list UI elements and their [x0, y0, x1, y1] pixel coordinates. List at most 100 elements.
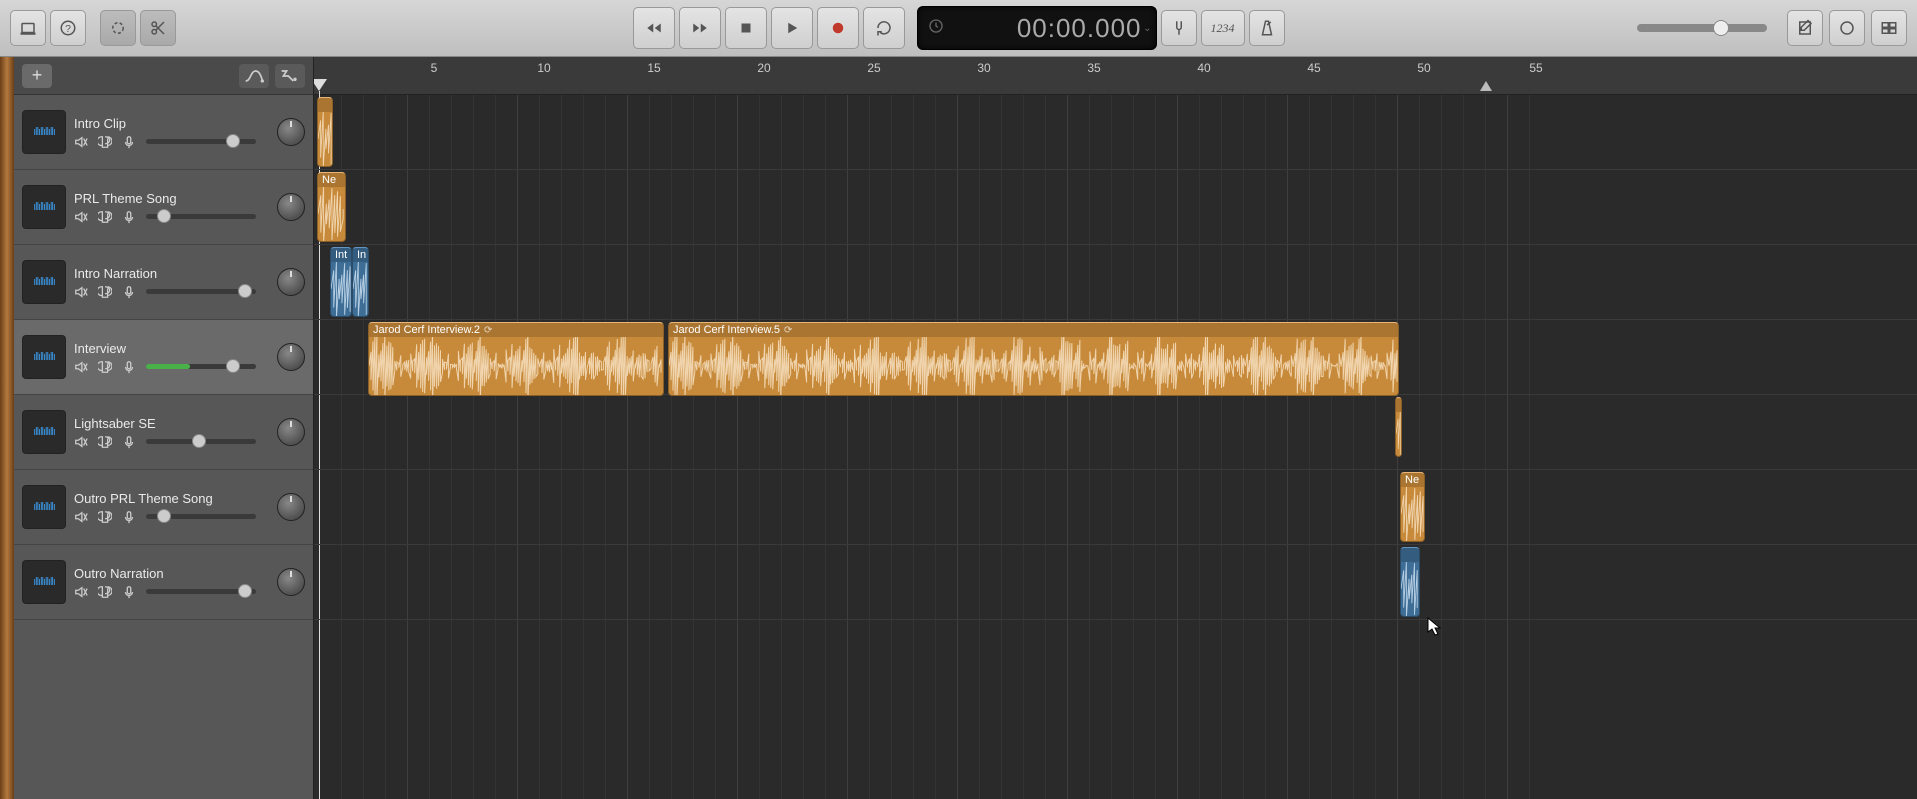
track-volume-slider[interactable]	[146, 139, 256, 144]
clock-icon	[928, 18, 944, 39]
track-volume-slider[interactable]	[146, 364, 256, 369]
mute-button[interactable]	[74, 360, 88, 374]
track-volume-slider[interactable]	[146, 514, 256, 519]
editors-button[interactable]	[140, 10, 176, 46]
loop-browser-button[interactable]	[1829, 10, 1865, 46]
automation-mode-button[interactable]	[275, 64, 305, 88]
ruler-tick: 15	[647, 61, 660, 75]
track-volume-slider[interactable]	[146, 289, 256, 294]
end-marker[interactable]	[1480, 81, 1492, 91]
forward-button[interactable]	[679, 7, 721, 49]
mute-button[interactable]	[74, 210, 88, 224]
mute-button[interactable]	[74, 135, 88, 149]
library-button[interactable]	[10, 10, 46, 46]
track-lane[interactable]	[314, 170, 1917, 245]
track-volume-thumb[interactable]	[226, 359, 240, 373]
mute-button[interactable]	[74, 585, 88, 599]
cycle-button[interactable]	[863, 7, 905, 49]
track-volume-thumb[interactable]	[238, 584, 252, 598]
input-monitor-button[interactable]	[122, 510, 136, 524]
track-row[interactable]: ıllıllıllıllı Intro Narration	[14, 245, 313, 320]
solo-button[interactable]	[98, 135, 112, 149]
audio-region[interactable]	[317, 97, 333, 167]
input-monitor-button[interactable]	[122, 585, 136, 599]
audio-region[interactable]: Ne	[317, 172, 346, 242]
track-row[interactable]: ıllıllıllıllı Lightsaber SE	[14, 395, 313, 470]
track-volume-thumb[interactable]	[226, 134, 240, 148]
mute-button[interactable]	[74, 435, 88, 449]
waveform-icon: ıllıllıllıllı	[33, 501, 55, 513]
track-row[interactable]: ıllıllıllıllı Outro PRL Theme Song	[14, 470, 313, 545]
lcd-dropdown-icon[interactable]: ⌄	[1143, 23, 1151, 34]
audio-region[interactable]	[1395, 397, 1402, 457]
solo-button[interactable]	[98, 210, 112, 224]
notepad-button[interactable]	[1787, 10, 1823, 46]
tuner-button[interactable]	[1161, 10, 1197, 46]
track-volume-slider[interactable]	[146, 214, 256, 219]
stop-button[interactable]	[725, 7, 767, 49]
mute-button[interactable]	[74, 285, 88, 299]
track-lane[interactable]	[314, 95, 1917, 170]
track-lane[interactable]	[314, 395, 1917, 470]
track-volume-slider[interactable]	[146, 439, 256, 444]
track-row[interactable]: ıllıllıllıllı Interview	[14, 320, 313, 395]
track-volume-thumb[interactable]	[157, 209, 171, 223]
audio-region[interactable]: Ne	[1400, 472, 1425, 542]
track-volume-slider[interactable]	[146, 589, 256, 594]
track-lane[interactable]	[314, 245, 1917, 320]
pan-knob[interactable]	[277, 418, 305, 446]
pan-knob[interactable]	[277, 193, 305, 221]
audio-region[interactable]: Jarod Cerf Interview.2⟳	[368, 322, 664, 396]
track-controls	[74, 510, 269, 524]
solo-button[interactable]	[98, 510, 112, 524]
pan-knob[interactable]	[277, 118, 305, 146]
play-button[interactable]	[771, 7, 813, 49]
audio-region[interactable]: Jarod Cerf Interview.5⟳	[668, 322, 1399, 396]
track-volume-thumb[interactable]	[238, 284, 252, 298]
media-browser-button[interactable]	[1871, 10, 1907, 46]
audio-region[interactable]: Int	[330, 247, 352, 317]
pan-knob[interactable]	[277, 568, 305, 596]
input-monitor-button[interactable]	[122, 210, 136, 224]
pan-knob[interactable]	[277, 268, 305, 296]
track-row[interactable]: ıllıllıllıllı PRL Theme Song	[14, 170, 313, 245]
master-volume-slider[interactable]	[1637, 24, 1767, 32]
solo-button[interactable]	[98, 435, 112, 449]
add-track-button[interactable]: +	[22, 64, 52, 88]
region-label: Jarod Cerf Interview.2⟳	[369, 323, 663, 337]
track-volume-thumb[interactable]	[157, 509, 171, 523]
solo-button[interactable]	[98, 360, 112, 374]
track-lane[interactable]	[314, 470, 1917, 545]
solo-button[interactable]	[98, 585, 112, 599]
track-controls	[74, 360, 269, 374]
smart-controls-button[interactable]	[100, 10, 136, 46]
region-waveform	[1396, 412, 1401, 456]
mute-button[interactable]	[74, 510, 88, 524]
ruler[interactable]: 510152025303540455055	[314, 57, 1917, 95]
metronome-button[interactable]	[1249, 10, 1285, 46]
loop-indicator-icon: ⟳	[484, 325, 492, 336]
input-monitor-button[interactable]	[122, 285, 136, 299]
pan-knob[interactable]	[277, 493, 305, 521]
playhead[interactable]	[314, 79, 327, 91]
input-monitor-button[interactable]	[122, 135, 136, 149]
audio-region[interactable]	[1400, 547, 1420, 617]
master-volume-thumb[interactable]	[1713, 20, 1729, 36]
pan-knob[interactable]	[277, 343, 305, 371]
automation-curve-button[interactable]	[239, 64, 269, 88]
track-row[interactable]: ıllıllıllıllı Outro Narration	[14, 545, 313, 620]
timeline[interactable]: 510152025303540455055 Ne Int In	[314, 57, 1917, 799]
audio-region[interactable]: In	[352, 247, 369, 317]
input-monitor-button[interactable]	[122, 435, 136, 449]
input-monitor-button[interactable]	[122, 360, 136, 374]
help-button[interactable]: ?	[50, 10, 86, 46]
rewind-button[interactable]	[633, 7, 675, 49]
region-label	[1396, 398, 1402, 412]
track-lane[interactable]	[314, 545, 1917, 620]
track-row[interactable]: ıllıllıllıllı Intro Clip	[14, 95, 313, 170]
record-button[interactable]	[817, 7, 859, 49]
track-volume-thumb[interactable]	[192, 434, 206, 448]
countin-button[interactable]: 1234	[1201, 10, 1245, 46]
solo-button[interactable]	[98, 285, 112, 299]
lcd-display[interactable]: 00:00.000 ⌄	[917, 6, 1157, 50]
